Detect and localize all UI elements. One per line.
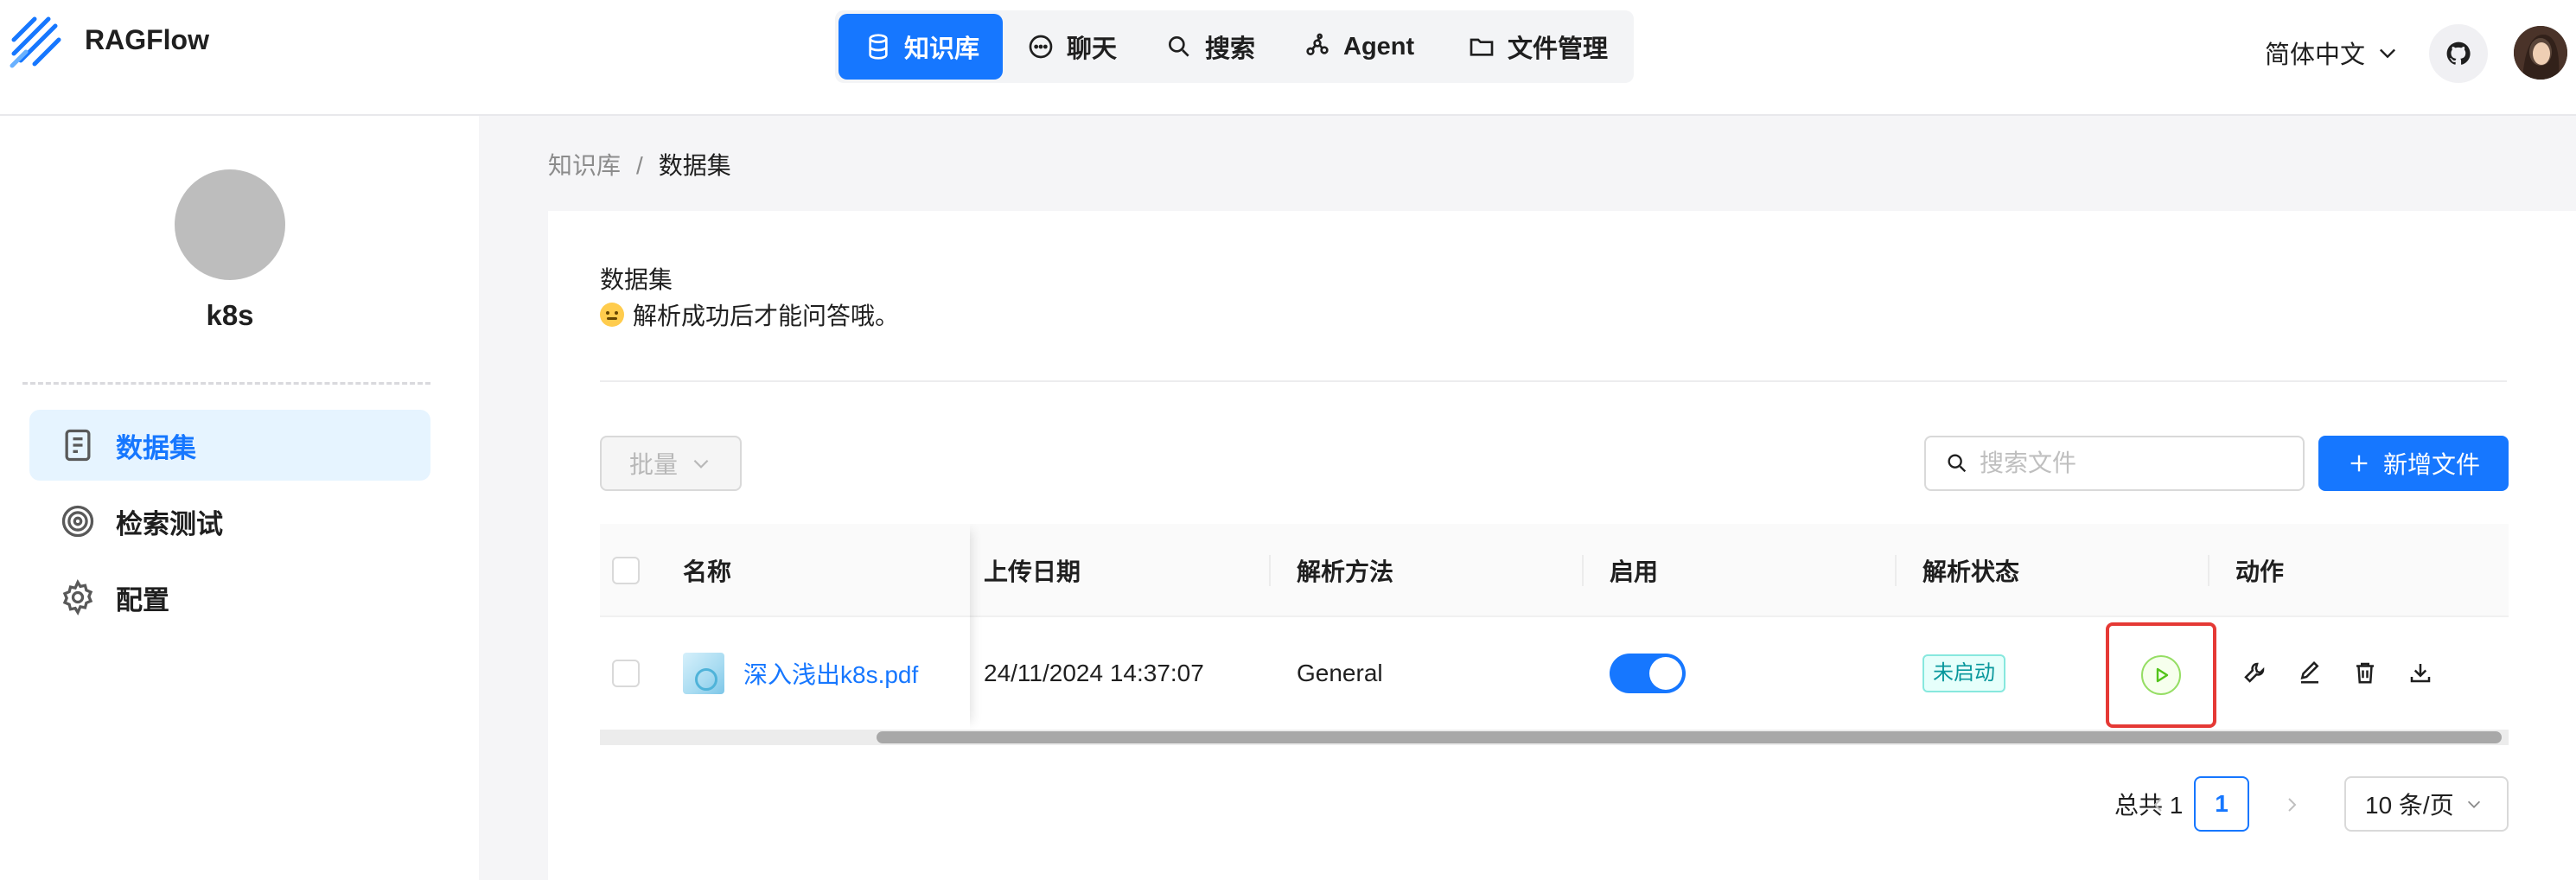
nav-item-chat[interactable]: 聊天	[1027, 14, 1148, 80]
sidebar: k8s 数据集 检索测试 配置	[0, 116, 479, 880]
pagination-next-button[interactable]	[2279, 792, 2305, 818]
chevron-down-icon	[2380, 48, 2396, 59]
rename-button[interactable]	[2294, 657, 2325, 688]
dataset-title: 数据集	[600, 266, 673, 293]
file-search-input[interactable]	[1978, 449, 2289, 478]
document-icon	[65, 429, 91, 462]
language-selector[interactable]: 简体中文	[2265, 35, 2400, 71]
main-nav: 知识库 聊天 搜索 Agent 文件管理	[835, 10, 1634, 83]
top-header: RAGFlow 知识库 聊天 搜索 Agent 文件管理 简体中文	[0, 0, 2576, 116]
search-icon	[1948, 454, 1967, 473]
nav-item-label: 文件管理	[1508, 35, 1609, 63]
ragflow-logo-icon[interactable]	[9, 14, 64, 69]
agent-graph-icon	[1306, 33, 1329, 55]
trash-icon	[2356, 662, 2374, 684]
parse-status-cell: 未启动	[1922, 617, 2005, 730]
user-avatar[interactable]	[2514, 26, 2567, 80]
dataset-description-text: 解析成功后才能问答哦。	[633, 303, 900, 329]
gear-icon	[62, 579, 93, 615]
column-separator	[2208, 555, 2209, 586]
documents-table: 名称 上传日期 解析方法 启用 解析状态 动作 深入浅出k8s.pdf 24/1…	[600, 524, 2509, 745]
breadcrumb-separator: /	[636, 152, 643, 179]
nav-item-label: 搜索	[1205, 35, 1256, 63]
scrollbar-thumb[interactable]	[877, 731, 2502, 743]
nav-item-file-management[interactable]: 文件管理	[1468, 14, 1629, 80]
folder-icon	[1470, 38, 1494, 56]
dataset-description: 解析成功后才能问答哦。	[600, 297, 899, 332]
horizontal-scrollbar[interactable]	[600, 730, 2509, 745]
toggle-knob	[1649, 657, 1682, 690]
card-divider	[600, 380, 2507, 382]
dataset-card: 数据集 解析成功后才能问答哦。 批量 新增文件 名称 上传日期 解析方法	[548, 211, 2576, 880]
knowledge-base-avatar	[175, 169, 285, 280]
file-search-box[interactable]	[1924, 436, 2305, 491]
column-header-parse-status[interactable]: 解析状态	[1922, 524, 2019, 617]
page-size-label: 10 条/页	[2365, 792, 2454, 819]
fixed-column-shadow	[600, 524, 970, 730]
target-icon	[61, 505, 94, 538]
chat-icon	[1029, 35, 1053, 59]
breadcrumb-current: 数据集	[658, 152, 731, 179]
sidebar-item-retrieval-test[interactable]: 检索测试	[29, 486, 430, 557]
pagination-prev-button[interactable]	[2146, 792, 2171, 818]
nav-item-search[interactable]: 搜索	[1165, 14, 1286, 80]
plus-icon	[2350, 455, 2368, 472]
smirk-emoji-icon	[600, 303, 624, 327]
wrench-icon	[2244, 662, 2265, 683]
breadcrumb-root-link[interactable]: 知识库	[548, 152, 621, 179]
batch-button[interactable]: 批量	[600, 436, 742, 491]
column-separator	[1895, 555, 1897, 586]
sidebar-item-label: 数据集	[116, 432, 196, 463]
enable-toggle[interactable]	[1610, 654, 1686, 693]
github-icon	[2446, 41, 2471, 65]
column-separator	[1269, 555, 1271, 586]
page-size-select[interactable]: 10 条/页	[2344, 776, 2509, 832]
add-file-button[interactable]: 新增文件	[2318, 436, 2509, 491]
chevron-right-icon	[2288, 798, 2297, 812]
user-photo-icon	[2514, 26, 2567, 80]
delete-button[interactable]	[2350, 657, 2381, 688]
sidebar-divider	[22, 382, 430, 385]
enabled-cell	[1610, 617, 1686, 730]
column-header-upload-date[interactable]: 上传日期	[984, 524, 1081, 617]
batch-button-label: 批量	[628, 451, 678, 478]
run-parse-button[interactable]	[2141, 655, 2181, 695]
knowledge-base-name: k8s	[206, 299, 254, 331]
main-content: 知识库/数据集 数据集 解析成功后才能问答哦。 批量 新增文件 名称 上传日期	[479, 116, 2576, 880]
status-badge: 未启动	[1922, 654, 2005, 692]
edit-icon	[2300, 660, 2319, 684]
chevron-down-icon	[693, 459, 709, 469]
column-header-parse-method[interactable]: 解析方法	[1297, 524, 1393, 617]
download-icon	[2410, 664, 2431, 683]
nav-item-label: 聊天	[1067, 35, 1118, 63]
sidebar-item-label: 检索测试	[116, 508, 223, 539]
nav-item-label: 知识库	[904, 35, 980, 63]
pagination-page-1[interactable]: 1	[2194, 776, 2249, 832]
search-icon	[1169, 35, 1189, 57]
sidebar-item-label: 配置	[116, 584, 169, 615]
nav-item-agent[interactable]: Agent	[1304, 14, 1433, 80]
chevron-down-icon	[2467, 800, 2480, 808]
github-button[interactable]	[2429, 24, 2488, 83]
add-file-label: 新增文件	[2382, 451, 2480, 478]
nav-item-label: Agent	[1343, 32, 1415, 61]
download-button[interactable]	[2405, 657, 2436, 688]
sidebar-item-configuration[interactable]: 配置	[29, 562, 430, 633]
chevron-left-icon	[2153, 798, 2162, 812]
column-separator	[1582, 555, 1584, 586]
parse-method-cell: General	[1297, 660, 1383, 686]
language-label: 简体中文	[2265, 41, 2366, 69]
nav-item-knowledge-base[interactable]: 知识库	[838, 14, 1003, 80]
column-header-enabled[interactable]: 启用	[1610, 524, 1658, 617]
run-parse-highlight	[2106, 622, 2216, 728]
play-icon	[2156, 667, 2169, 683]
database-icon	[869, 34, 888, 60]
upload-date-cell: 24/11/2024 14:37:07	[984, 660, 1204, 686]
settings-wrench-button[interactable]	[2239, 657, 2270, 688]
column-header-actions: 动作	[2235, 558, 2285, 585]
brand-name: RAGFlow	[85, 24, 209, 55]
sidebar-item-dataset[interactable]: 数据集	[29, 410, 430, 481]
breadcrumb: 知识库 / 数据集	[548, 147, 731, 182]
